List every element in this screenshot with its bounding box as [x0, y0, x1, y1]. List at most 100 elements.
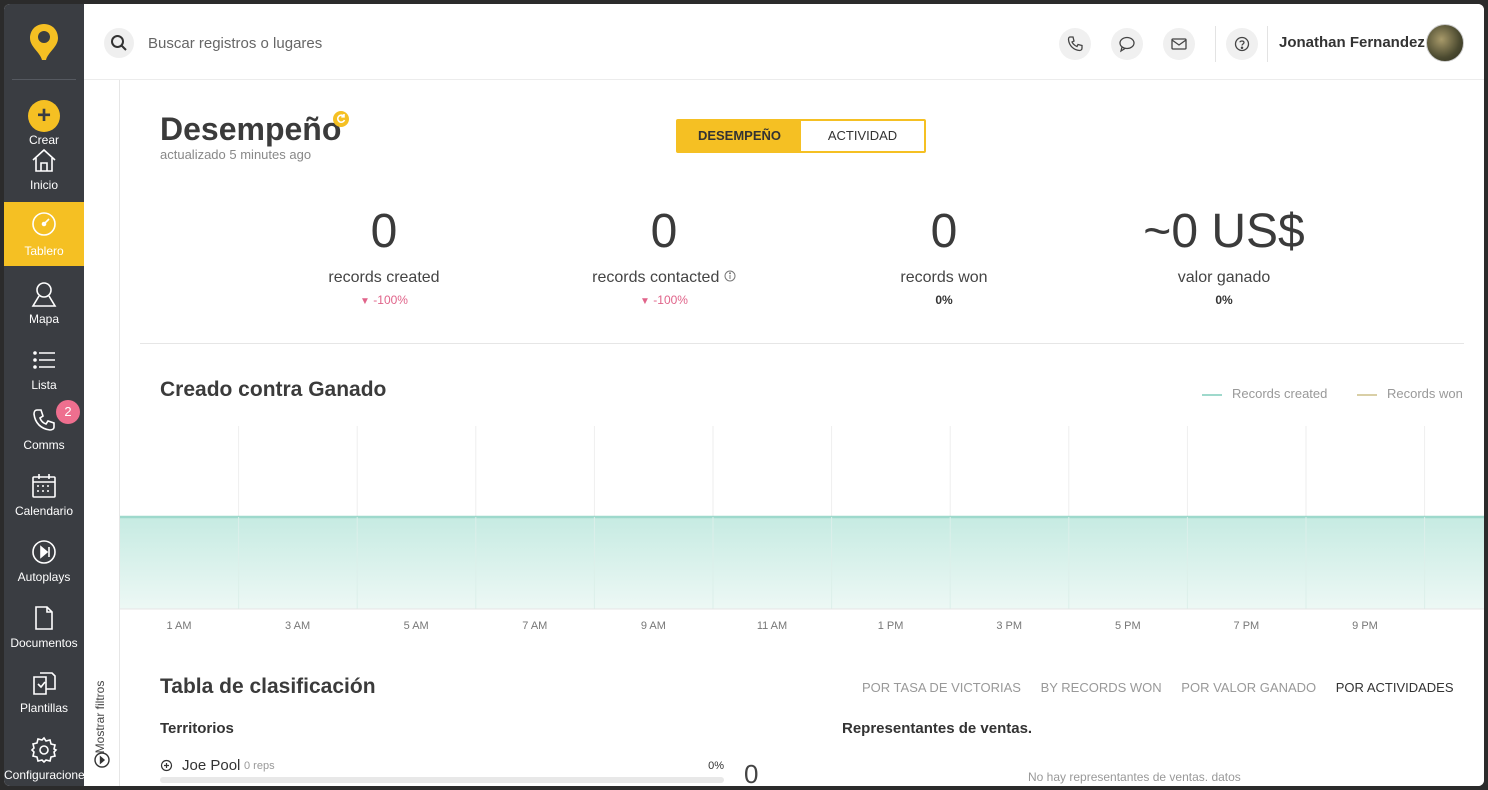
x-tick-label: 7 PM: [1234, 620, 1260, 632]
autoplay-icon: [32, 540, 56, 564]
sidebar-item-label: Autoplays: [17, 570, 71, 584]
tab-records-won[interactable]: BY RECORDS WON: [1041, 680, 1162, 695]
metric-change: ▼ -100%: [360, 293, 408, 307]
sidebar-divider: [12, 79, 76, 80]
tab-actividades[interactable]: POR ACTIVIDADES: [1336, 680, 1454, 695]
legend-swatch: [1357, 393, 1377, 396]
metric-records-created: 0 records created ▼ -100%: [264, 199, 504, 307]
app-window: + Crear Inicio Tablero Mapa Lista Comms …: [4, 4, 1484, 786]
sidebar-item-configuraciones[interactable]: Configuraciones: [4, 730, 91, 786]
sidebar-item-autoplays[interactable]: Autoplays: [4, 532, 84, 594]
chat-button[interactable]: [1111, 28, 1143, 60]
x-tick-label: 9 PM: [1352, 620, 1378, 632]
down-arrow-icon: ▼: [640, 296, 650, 307]
metric-records-contacted: 0 records contacted ▼ -100%: [544, 199, 784, 307]
tab-desempeno[interactable]: DESEMPEÑO: [678, 121, 801, 151]
info-icon[interactable]: [724, 270, 736, 282]
refresh-icon[interactable]: [333, 111, 349, 127]
sidebar-item-lista[interactable]: Lista: [4, 340, 84, 402]
legend-records-created[interactable]: Records created: [1202, 386, 1327, 401]
down-arrow-icon: ▼: [360, 296, 370, 307]
sidebar-item-mapa[interactable]: Mapa: [4, 274, 84, 336]
section-divider: [140, 343, 1464, 344]
tab-actividad[interactable]: ACTIVIDAD: [801, 121, 924, 151]
sidebar-item-calendario[interactable]: Calendario: [4, 466, 84, 528]
email-button[interactable]: [1163, 28, 1195, 60]
play-circle-icon[interactable]: [93, 751, 111, 769]
territory-reps: 0 reps: [244, 760, 275, 772]
x-tick-label: 11 AM: [757, 620, 787, 632]
sidebar-item-plantillas[interactable]: Plantillas: [4, 663, 84, 725]
header-divider: [1215, 26, 1216, 62]
last-updated-text: actualizado 5 minutes ago: [160, 147, 312, 162]
sidebar-item-label: Tablero: [24, 244, 64, 258]
sidebar-item-label: Lista: [31, 378, 57, 392]
filter-strip: Mostrar filtros: [84, 80, 120, 786]
x-tick-label: 9 AM: [641, 620, 666, 632]
sidebar-item-label: Configuraciones: [4, 768, 91, 782]
metric-value: 0: [370, 205, 398, 258]
x-tick-label: 5 PM: [1115, 620, 1141, 632]
metric-records-won: 0 records won 0%: [824, 199, 1064, 307]
page-title: Desempeño: [160, 111, 342, 147]
x-tick-label: 1 PM: [878, 620, 904, 632]
area-records-created: [120, 517, 1484, 609]
templates-icon: [33, 672, 56, 695]
empty-reps-message: No hay representantes de ventas. datos: [1028, 770, 1241, 784]
sidebar-item-label: Comms: [23, 438, 65, 452]
user-name[interactable]: Jonathan Fernandez: [1279, 34, 1425, 51]
tab-valor-ganado[interactable]: POR VALOR GANADO: [1181, 680, 1316, 695]
sidebar-item-label: Inicio: [29, 178, 58, 192]
created-vs-won-chart: 1 AM 3 AM 5 AM 7 AM 9 AM 11 AM 1 PM 3 PM 5 PM 7 P…: [120, 426, 1484, 632]
chart-title: Creado contra Ganado: [160, 378, 387, 401]
metric-label: valor ganado: [1177, 269, 1271, 286]
phone-icon: [1067, 36, 1083, 52]
legend-swatch: [1202, 393, 1222, 396]
phone-icon: [33, 409, 55, 431]
metric-label: records won: [900, 269, 988, 286]
sidebar-item-label: Documentos: [10, 636, 78, 650]
sidebar-item-label: Mapa: [28, 312, 60, 326]
sidebar-item-inicio[interactable]: Inicio: [4, 140, 84, 202]
tab-tasa-victorias[interactable]: POR TASA DE VICTORIAS: [862, 680, 1021, 695]
expand-icon[interactable]: [160, 759, 173, 772]
metric-value: 0: [930, 205, 958, 258]
territory-pct: 0%: [708, 760, 724, 772]
avatar[interactable]: [1426, 24, 1464, 62]
search-button[interactable]: [104, 28, 134, 58]
metric-label: records contacted: [544, 269, 784, 287]
x-tick-label: 5 AM: [404, 620, 429, 632]
sidebar-item-documentos[interactable]: Documentos: [4, 598, 84, 660]
legend-records-won[interactable]: Records won: [1357, 386, 1463, 401]
dashboard-icon: [32, 212, 56, 236]
help-button[interactable]: [1226, 28, 1258, 60]
metric-label: records created: [328, 269, 440, 286]
sidebar: + Crear Inicio Tablero Mapa Lista Comms …: [4, 4, 91, 786]
territory-count: 0: [744, 759, 759, 786]
x-tick-label: 3 PM: [996, 620, 1022, 632]
top-header: Jonathan Fernandez: [84, 4, 1484, 80]
view-toggle: DESEMPEÑO ACTIVIDAD: [676, 119, 926, 153]
search-icon: [111, 35, 127, 51]
gear-icon: [30, 736, 58, 764]
header-divider: [1267, 26, 1268, 62]
document-icon: [35, 606, 53, 630]
sidebar-item-label: Calendario: [14, 504, 74, 518]
x-tick-label: 3 AM: [285, 620, 310, 632]
list-icon: [33, 351, 55, 369]
metric-valor-ganado: ~0 US$ valor ganado 0%: [1104, 199, 1344, 307]
app-logo-icon[interactable]: [28, 22, 60, 62]
create-button[interactable]: +: [28, 100, 60, 132]
leaderboard-tabs: POR TASA DE VICTORIAS BY RECORDS WON POR…: [846, 680, 1454, 695]
comms-badge: 2: [56, 400, 80, 424]
help-icon: [1234, 36, 1250, 52]
metric-value: 0: [650, 205, 678, 258]
territories-title: Territorios: [160, 720, 234, 737]
territory-name[interactable]: Joe Pool: [182, 757, 240, 774]
sidebar-item-tablero[interactable]: Tablero: [4, 202, 84, 266]
map-pin-icon: [31, 282, 57, 307]
call-button[interactable]: [1059, 28, 1091, 60]
search-input[interactable]: [148, 32, 548, 54]
calendar-icon: [32, 474, 56, 498]
metric-change: ▼ -100%: [640, 293, 688, 307]
